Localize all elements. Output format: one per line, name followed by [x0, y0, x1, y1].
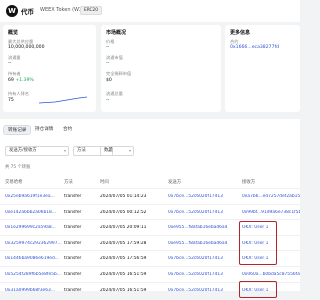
method-cell: transfer [64, 225, 82, 231]
tab-transfers[interactable]: 转账记录 [3, 125, 32, 135]
tab-holders[interactable]: 持仓详情 [31, 125, 57, 135]
chevron-down-icon: ▾ [63, 148, 66, 153]
market-card: 市场概况 价格 -- 流通市值 -- 完全稀释市值 $0 流通总量 -- [101, 25, 221, 112]
method-cell: transfer [64, 256, 82, 262]
price-value: -- [106, 45, 110, 50]
from-address-link[interactable]: 0xe955...f8afab16ebad6a4 [168, 241, 240, 246]
token-header: W 代币 WEEX Token (WXT) ERC20 [0, 0, 300, 22]
from-address-link[interactable]: 0xe955...f8afab16ebad6a4 [168, 225, 240, 230]
holders-sparkline [39, 96, 87, 104]
col-hash: 交易哈希 [5, 180, 23, 185]
to-address-link[interactable]: 0x99bf...91d9a6e738c1f5b [242, 210, 300, 215]
holders-count: 69 [8, 78, 14, 83]
more-info-card: 更多信息 合约 0x1666...eca38277fd [225, 25, 300, 112]
holders-value: 69 +1.39% [8, 78, 34, 83]
tx-hash-link[interactable]: 0x31a0999b68f3e63... [5, 288, 62, 293]
token-logo: W [6, 5, 18, 17]
col-time: 时间 [100, 180, 109, 185]
holder-rank-label: 持有人排名 [8, 91, 29, 96]
tab-contract[interactable]: 合约 [59, 125, 76, 135]
method-cell: transfer [64, 272, 82, 277]
from-address-link[interactable]: 0x7bce...52c6020f17d13 [168, 288, 240, 293]
more-info-title: 更多信息 [230, 30, 251, 36]
table-row: 0x25eb9a619f1e3ea... transfer 2024/07/05 0… [0, 188, 300, 204]
time-cell: 2024/07/05 16:51:59 [100, 287, 147, 293]
chevron-down-icon: ▾ [128, 148, 131, 153]
time-cell: 2024/07/05 20:09:11 [100, 225, 147, 231]
tx-hash-link[interactable]: 0x1e299699c2a59a8... [5, 225, 62, 230]
time-cell: 2024/07/05 17:59:28 [100, 240, 147, 246]
method-cell: transfer [64, 194, 82, 199]
holder-rank-value: 75 [8, 98, 14, 103]
max-supply-value: 10,000,000,000 [8, 45, 45, 50]
holders-change: +1.39% [15, 78, 34, 83]
amount-filter[interactable]: 数量 ▾ [100, 146, 134, 156]
total-circulating-label: 流通总量 [106, 91, 123, 96]
from-address-link[interactable]: 0x7bce...52c6020f17d13 [168, 194, 240, 199]
tx-hash-link[interactable]: 0x5254f289f6b5e8fe5b... [5, 272, 62, 277]
fdv-label: 完全稀释市值 [106, 71, 132, 76]
tx-hash-link[interactable]: 0x3259974c292362997... [5, 241, 62, 246]
tx-hash-link[interactable]: 0xe142a6bb2a06b18... [5, 210, 62, 215]
circulating-mcap-value: -- [106, 61, 110, 66]
highlight-box [239, 281, 277, 298]
page-title: 代币 [21, 8, 34, 16]
from-address-link[interactable]: 0x7bce...52c6020f17d13 [168, 210, 240, 215]
table-row: 0x5254f289f6b5e8fe5b... transfer 2024/07/0… [0, 266, 300, 282]
token-standard-badge: ERC20 [80, 5, 102, 15]
time-cell: 2024/07/05 01:14:23 [100, 194, 147, 199]
overview-title: 概览 [8, 30, 19, 36]
col-from: 发送方 [168, 180, 182, 185]
time-cell: 2024/07/05 17:56:59 [100, 256, 147, 262]
from-address-link[interactable]: 0x7bce...52c6020f17d13 [168, 256, 240, 261]
table-row: 0xe142a6bb2a06b18... transfer 2024/07/05 0… [0, 203, 300, 220]
holders-label: 持有者 [8, 71, 21, 76]
to-address-link[interactable]: 0x060a...b0bda5c87556fac [242, 272, 300, 277]
sender-receiver-filter[interactable]: 发送方/接收方 ▾ [5, 146, 69, 156]
col-to: 接收方 [242, 180, 256, 185]
from-address-link[interactable]: 0x7bce...52c6020f17d13 [168, 272, 240, 277]
market-title: 市场概况 [106, 30, 127, 36]
time-cell: 2024/07/05 00:12:52 [100, 209, 147, 215]
method-cell: transfer [64, 240, 82, 246]
tx-hash-link[interactable]: 0x1446ba9086e619ed... [5, 256, 62, 261]
col-method: 方法 [64, 180, 73, 185]
tx-hash-link[interactable]: 0x25eb9a619f1e3ea... [5, 194, 62, 199]
method-cell: transfer [64, 209, 82, 215]
to-address-link[interactable]: 0xa7b6...ed7257def2ab155b [242, 194, 300, 199]
highlight-box [239, 221, 277, 265]
transfer-count: 共 75 个转账 [5, 165, 31, 170]
fdv-value: $0 [106, 78, 112, 83]
overview-card: 概览 最大总供应量 10,000,000,000 流通量 -- 持有者 69 +… [3, 25, 96, 112]
total-circulating-value: -- [106, 98, 110, 103]
circulating-value: -- [8, 61, 12, 66]
method-cell: transfer [64, 287, 82, 293]
contract-address-link[interactable]: 0x1666...eca38277fd [230, 45, 279, 50]
time-cell: 2024/07/05 16:51:59 [100, 272, 147, 277]
